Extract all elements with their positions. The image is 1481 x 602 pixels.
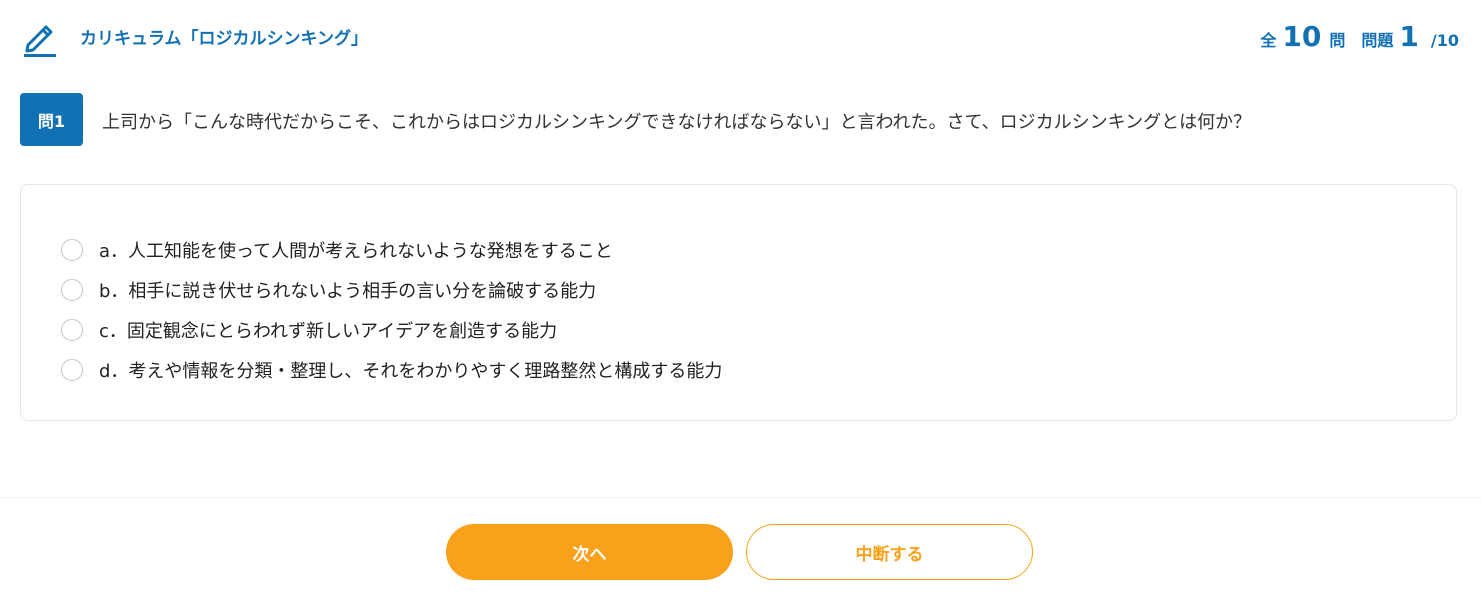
option-label: a．人工知能を使って人間が考えられないような発想をすること [99,241,613,262]
current-question-number: 1 [1399,20,1419,53]
pencil-icon [24,25,56,57]
next-button[interactable]: 次へ [446,524,733,580]
curriculum-title: カリキュラム「ロジカルシンキング」 [80,29,368,49]
radio-button[interactable] [61,239,83,261]
radio-button[interactable] [61,319,83,341]
question-badge: 問1 [20,93,83,146]
option-b[interactable]: b．相手に説き伏せられないよう相手の言い分を論破する能力 [61,272,596,308]
suspend-button[interactable]: 中断する [746,524,1033,580]
option-label: b．相手に説き伏せられないよう相手の言い分を論破する能力 [99,281,597,302]
option-a[interactable]: a．人工知能を使って人間が考えられないような発想をすること [61,232,613,268]
question-total: /10 [1430,31,1459,50]
option-d[interactable]: d．考えや情報を分類・整理し、それをわかりやすく理路整然と構成する能力 [61,352,722,388]
option-label: d．考えや情報を分類・整理し、それをわかりやすく理路整然と構成する能力 [99,361,723,382]
total-suffix: 問 [1329,31,1346,50]
total-prefix: 全 [1260,31,1277,50]
footer-divider [0,497,1481,498]
question-counter: 全 10 問 問題 1 /10 [1260,20,1459,53]
total-count: 10 [1282,20,1322,53]
option-c[interactable]: c．固定観念にとらわれず新しいアイデアを創造する能力 [61,312,557,348]
radio-button[interactable] [61,359,83,381]
header: カリキュラム「ロジカルシンキング」 全 10 問 問題 1 /10 [0,0,1481,72]
options-card: a．人工知能を使って人間が考えられないような発想をすること b．相手に説き伏せら… [20,184,1457,421]
question-text: 上司から「こんな時代だからこそ、これからはロジカルシンキングできなければならない… [102,112,1252,133]
question-prefix: 問題 [1361,31,1394,50]
option-label: c．固定観念にとらわれず新しいアイデアを創造する能力 [99,321,558,342]
radio-button[interactable] [61,279,83,301]
